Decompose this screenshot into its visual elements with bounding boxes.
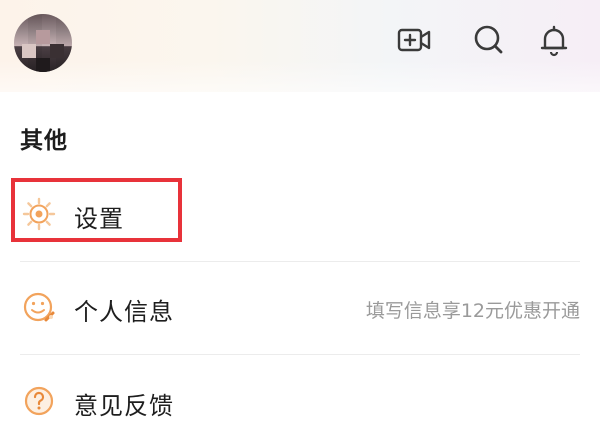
section-title: 其他 xyxy=(20,128,68,154)
menu-item-label: 意见反馈 xyxy=(74,392,174,420)
profile-promo-hint[interactable]: 填写信息享12元优惠开通 xyxy=(366,296,580,323)
profile-face-icon xyxy=(22,290,56,324)
highlight-annotation xyxy=(11,178,182,242)
menu-item-profile[interactable]: 个人信息 填写信息享12元优惠开通 xyxy=(0,262,600,354)
menu-item-feedback[interactable]: 意见反馈 xyxy=(0,355,600,447)
search-icon[interactable] xyxy=(470,22,506,58)
header-fade xyxy=(0,60,600,120)
bell-icon[interactable] xyxy=(536,22,572,58)
menu-item-label: 个人信息 xyxy=(74,298,174,326)
video-add-icon[interactable] xyxy=(396,22,432,58)
avatar[interactable] xyxy=(14,14,72,72)
feedback-question-icon xyxy=(22,384,56,418)
